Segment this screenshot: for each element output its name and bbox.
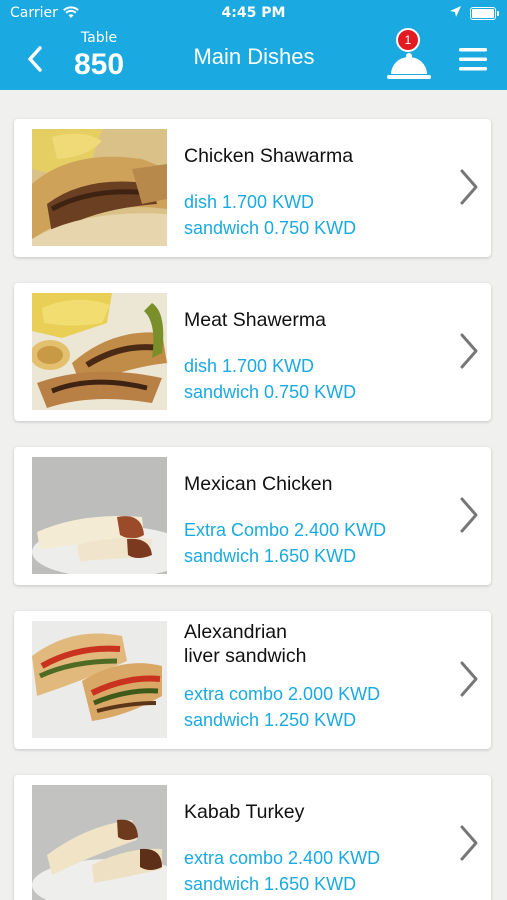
- dish-name: Kabab Turkey: [184, 801, 305, 823]
- chevron-right-icon: [460, 333, 478, 369]
- dish-price: extra combo 2.000 KWD: [184, 684, 381, 704]
- battery-icon: [470, 7, 499, 20]
- dish-price: dish 1.700 KWD: [184, 192, 315, 212]
- clock: 4:45 PM: [221, 5, 286, 21]
- cart-cloche-icon[interactable]: [386, 48, 432, 82]
- sandwich-price: sandwich 0.750 KWD: [184, 218, 357, 238]
- sandwich-price: sandwich 1.650 KWD: [184, 874, 357, 894]
- back-chevron-icon[interactable]: [18, 40, 52, 78]
- sandwich-price: sandwich 1.250 KWD: [184, 710, 357, 730]
- dish-card[interactable]: Chicken Shawarma dish 1.700 KWD sandwich…: [14, 119, 491, 257]
- dish-name: Meat Shawerma: [184, 309, 326, 331]
- dish-card[interactable]: Kabab Turkey extra combo 2.400 KWD sandw…: [14, 775, 491, 900]
- sandwich-price: sandwich 1.650 KWD: [184, 546, 357, 566]
- dish-photo: [32, 129, 167, 246]
- chevron-right-icon: [460, 169, 478, 205]
- hamburger-menu-icon[interactable]: [456, 44, 490, 74]
- dish-photo: [32, 293, 167, 410]
- dish-list: Chicken Shawarma dish 1.700 KWD sandwich…: [0, 90, 507, 900]
- dish-price: Extra Combo 2.400 KWD: [184, 520, 387, 540]
- location-arrow-icon: [450, 6, 461, 17]
- table-label: Table: [80, 30, 118, 46]
- dish-photo: [32, 785, 167, 900]
- dish-photo: [32, 457, 167, 574]
- dish-price: dish 1.700 KWD: [184, 356, 315, 376]
- dish-name: Mexican Chicken: [184, 473, 333, 495]
- chevron-right-icon: [460, 497, 478, 533]
- dish-photo: [32, 621, 167, 738]
- chevron-right-icon: [460, 661, 478, 697]
- chevron-right-icon: [460, 825, 478, 861]
- status-bar: Carrier 4:45 PM: [0, 0, 507, 28]
- table-number: 850: [73, 48, 125, 81]
- dish-name: Chicken Shawarma: [184, 145, 354, 167]
- dish-card[interactable]: Mexican Chicken Extra Combo 2.400 KWD sa…: [14, 447, 491, 585]
- dish-card[interactable]: Alexandrian liver sandwich extra combo 2…: [14, 611, 491, 749]
- dish-name: Alexandrian liver sandwich: [184, 621, 307, 667]
- sandwich-price: sandwich 0.750 KWD: [184, 382, 357, 402]
- dish-card[interactable]: Meat Shawerma dish 1.700 KWD sandwich 0.…: [14, 283, 491, 421]
- cart-count-badge: 1: [396, 28, 420, 52]
- nav-bar: Table 850 Main Dishes 1: [0, 28, 507, 90]
- page-title: Main Dishes: [193, 44, 315, 69]
- dish-price: extra combo 2.400 KWD: [184, 848, 381, 868]
